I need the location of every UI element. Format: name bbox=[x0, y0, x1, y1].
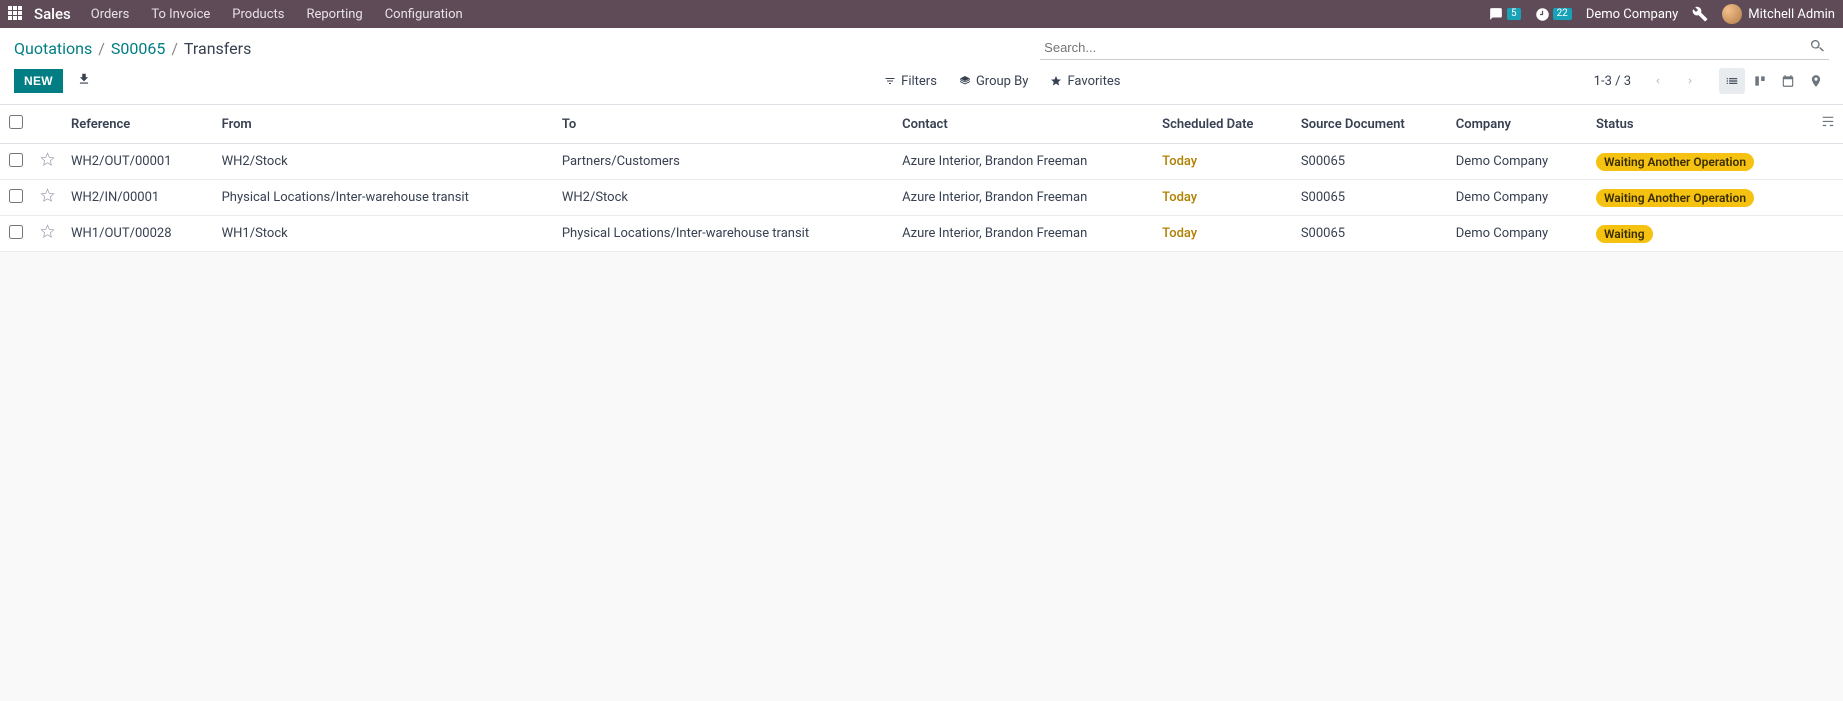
sliders-icon bbox=[1821, 115, 1835, 129]
kanban-icon bbox=[1753, 74, 1767, 88]
debug-icon[interactable] bbox=[1692, 6, 1708, 22]
cell-from: WH1/Stock bbox=[214, 216, 554, 252]
cell-to: Partners/Customers bbox=[554, 144, 894, 180]
user-name: Mitchell Admin bbox=[1748, 7, 1835, 22]
groupby-button[interactable]: Group By bbox=[959, 74, 1029, 89]
company-switcher[interactable]: Demo Company bbox=[1586, 7, 1678, 22]
calendar-icon bbox=[1781, 74, 1795, 88]
cell-scheduled-date: Today bbox=[1154, 180, 1293, 216]
new-button[interactable]: NEW bbox=[14, 69, 63, 93]
cell-from: WH2/Stock bbox=[214, 144, 554, 180]
select-all-checkbox[interactable] bbox=[9, 115, 23, 129]
control-panel: Quotations / S00065 / Transfers NEW Filt… bbox=[0, 28, 1843, 105]
filters-button[interactable]: Filters bbox=[884, 74, 937, 89]
cell-reference: WH2/OUT/00001 bbox=[63, 144, 214, 180]
row-star[interactable] bbox=[40, 228, 55, 243]
cell-status: Waiting Another Operation bbox=[1588, 144, 1813, 180]
th-reference[interactable]: Reference bbox=[63, 105, 214, 144]
cell-contact: Azure Interior, Brandon Freeman bbox=[894, 144, 1154, 180]
activities-badge: 22 bbox=[1553, 8, 1572, 20]
menu-orders[interactable]: Orders bbox=[91, 7, 130, 22]
th-optional-columns[interactable] bbox=[1813, 105, 1843, 144]
cell-company: Demo Company bbox=[1448, 180, 1588, 216]
breadcrumb: Quotations / S00065 / Transfers bbox=[14, 39, 251, 58]
table-row[interactable]: WH1/OUT/00028WH1/StockPhysical Locations… bbox=[0, 216, 1843, 252]
funnel-icon bbox=[884, 75, 896, 87]
avatar bbox=[1722, 4, 1742, 24]
activities-button[interactable]: 22 bbox=[1535, 7, 1572, 22]
row-checkbox[interactable] bbox=[9, 225, 23, 239]
cell-reference: WH2/IN/00001 bbox=[63, 180, 214, 216]
transfers-table: Reference From To Contact Scheduled Date… bbox=[0, 105, 1843, 252]
pin-icon bbox=[1809, 74, 1823, 88]
main-menu: Orders To Invoice Products Reporting Con… bbox=[91, 7, 463, 22]
cell-company: Demo Company bbox=[1448, 144, 1588, 180]
table-row[interactable]: WH2/IN/00001Physical Locations/Inter-war… bbox=[0, 180, 1843, 216]
th-to[interactable]: To bbox=[554, 105, 894, 144]
view-kanban[interactable] bbox=[1747, 68, 1773, 94]
user-menu[interactable]: Mitchell Admin bbox=[1722, 4, 1835, 24]
cell-scheduled-date: Today bbox=[1154, 216, 1293, 252]
apps-icon[interactable] bbox=[8, 6, 24, 22]
cell-to: WH2/Stock bbox=[554, 180, 894, 216]
row-star[interactable] bbox=[40, 192, 55, 207]
favorites-button[interactable]: Favorites bbox=[1050, 74, 1120, 89]
th-scheduled-date[interactable]: Scheduled Date bbox=[1154, 105, 1293, 144]
search-icon[interactable] bbox=[1809, 38, 1825, 54]
cell-from: Physical Locations/Inter-warehouse trans… bbox=[214, 180, 554, 216]
cell-contact: Azure Interior, Brandon Freeman bbox=[894, 216, 1154, 252]
clock-icon bbox=[1535, 7, 1550, 22]
view-map[interactable] bbox=[1803, 68, 1829, 94]
cell-scheduled-date: Today bbox=[1154, 144, 1293, 180]
table-row[interactable]: WH2/OUT/00001WH2/StockPartners/Customers… bbox=[0, 144, 1843, 180]
layers-icon bbox=[959, 75, 971, 87]
cell-reference: WH1/OUT/00028 bbox=[63, 216, 214, 252]
chevron-right-icon bbox=[1685, 76, 1695, 86]
menu-products[interactable]: Products bbox=[232, 7, 284, 22]
cell-contact: Azure Interior, Brandon Freeman bbox=[894, 180, 1154, 216]
chat-icon bbox=[1488, 7, 1504, 21]
th-source-document[interactable]: Source Document bbox=[1293, 105, 1448, 144]
row-checkbox[interactable] bbox=[9, 153, 23, 167]
breadcrumb-order[interactable]: S00065 bbox=[111, 39, 165, 58]
cell-source-document: S00065 bbox=[1293, 144, 1448, 180]
th-from[interactable]: From bbox=[214, 105, 554, 144]
menu-configuration[interactable]: Configuration bbox=[385, 7, 463, 22]
table-header-row: Reference From To Contact Scheduled Date… bbox=[0, 105, 1843, 144]
cell-company: Demo Company bbox=[1448, 216, 1588, 252]
cell-status: Waiting bbox=[1588, 216, 1813, 252]
view-calendar[interactable] bbox=[1775, 68, 1801, 94]
list-icon bbox=[1725, 74, 1739, 88]
chevron-left-icon bbox=[1653, 76, 1663, 86]
messages-badge: 5 bbox=[1507, 8, 1521, 20]
pager-prev[interactable] bbox=[1647, 70, 1669, 92]
cell-source-document: S00065 bbox=[1293, 180, 1448, 216]
search-box bbox=[1040, 36, 1829, 60]
cell-source-document: S00065 bbox=[1293, 216, 1448, 252]
breadcrumb-quotations[interactable]: Quotations bbox=[14, 39, 92, 58]
view-list[interactable] bbox=[1719, 68, 1745, 94]
pager[interactable]: 1-3 / 3 bbox=[1594, 74, 1631, 89]
row-checkbox[interactable] bbox=[9, 189, 23, 203]
th-company[interactable]: Company bbox=[1448, 105, 1588, 144]
menu-to-invoice[interactable]: To Invoice bbox=[151, 7, 210, 22]
search-input[interactable] bbox=[1040, 36, 1829, 60]
breadcrumb-current: Transfers bbox=[184, 39, 251, 58]
top-nav: Sales Orders To Invoice Products Reporti… bbox=[0, 0, 1843, 28]
menu-reporting[interactable]: Reporting bbox=[306, 7, 362, 22]
star-icon bbox=[1050, 75, 1062, 87]
th-status[interactable]: Status bbox=[1588, 105, 1813, 144]
cell-status: Waiting Another Operation bbox=[1588, 180, 1813, 216]
th-contact[interactable]: Contact bbox=[894, 105, 1154, 144]
cell-to: Physical Locations/Inter-warehouse trans… bbox=[554, 216, 894, 252]
download-icon bbox=[77, 72, 91, 86]
app-brand[interactable]: Sales bbox=[34, 5, 71, 23]
download-button[interactable] bbox=[77, 72, 91, 90]
pager-next[interactable] bbox=[1679, 70, 1701, 92]
messages-button[interactable]: 5 bbox=[1488, 7, 1521, 21]
row-star[interactable] bbox=[40, 156, 55, 171]
